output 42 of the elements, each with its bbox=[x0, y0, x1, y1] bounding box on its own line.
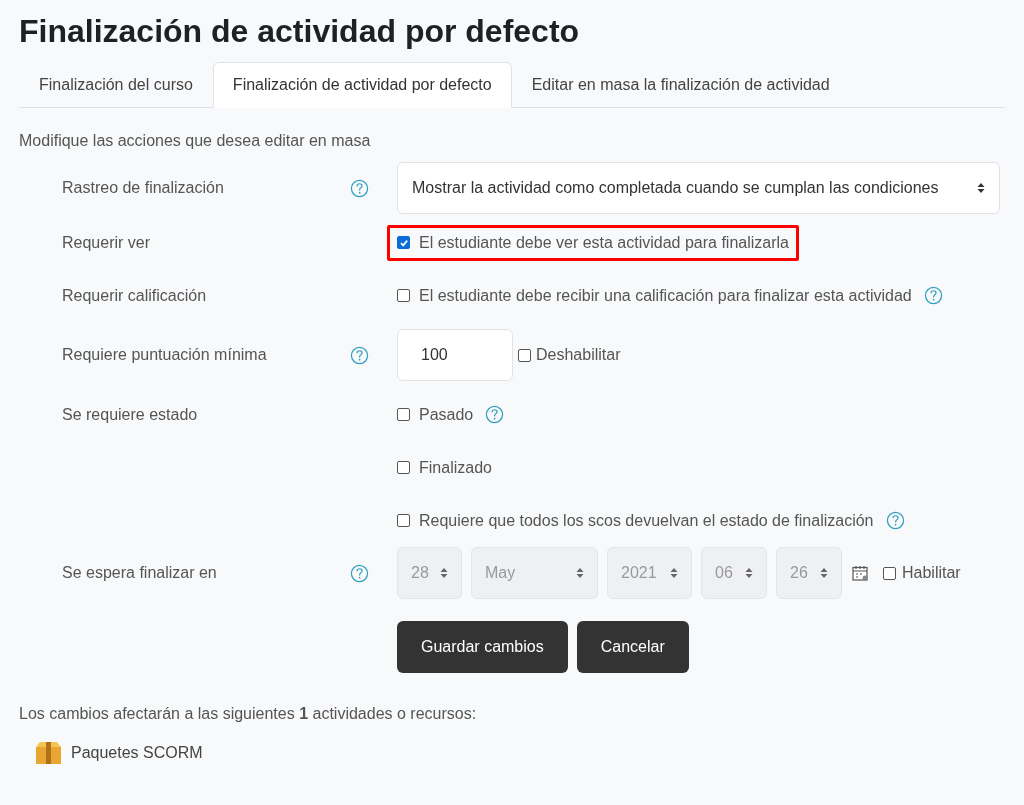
sort-caret-icon bbox=[977, 182, 985, 194]
checkbox-label: El estudiante debe ver esta actividad para finalizarla bbox=[419, 232, 789, 253]
completion-select[interactable]: Mostrar la actividad como completada cuando se cumplan las condiciones bbox=[397, 162, 1000, 214]
checkbox-label: Deshabilitar bbox=[536, 345, 621, 365]
checkbox[interactable] bbox=[397, 514, 410, 527]
help-icon[interactable] bbox=[885, 511, 905, 530]
activity-link[interactable]: Paquetes SCORM bbox=[71, 741, 203, 765]
checkbox[interactable] bbox=[518, 348, 531, 362]
checkbox-label: Requiere que todos los scos devuelvan el estado de finalización bbox=[419, 510, 874, 531]
sort-caret-icon bbox=[576, 567, 584, 579]
checkbox[interactable] bbox=[397, 461, 410, 474]
sort-caret-icon bbox=[670, 567, 678, 579]
checkbox-label: Pasado bbox=[419, 404, 474, 425]
field-label: Se espera finalizar en bbox=[62, 563, 217, 583]
checkbox-label: El estudiante debe recibir una calificación para finalizar esta actividad bbox=[419, 285, 912, 306]
checkbox[interactable] bbox=[397, 236, 410, 249]
checkbox[interactable] bbox=[397, 408, 410, 421]
field-label: Requerir calificación bbox=[62, 285, 207, 306]
help-icon[interactable] bbox=[350, 178, 369, 198]
checkbox[interactable] bbox=[397, 289, 410, 302]
help-icon[interactable] bbox=[485, 405, 505, 424]
checkbox-label: Finalizado bbox=[419, 457, 492, 478]
page-title: Finalización de actividad por defecto bbox=[19, 12, 581, 50]
save-button[interactable]: Guardar cambios bbox=[397, 621, 568, 673]
checkbox-label: Habilitar bbox=[902, 563, 961, 583]
tab[interactable]: Finalización de actividad por defecto bbox=[212, 62, 512, 108]
field-label: Rastreo de finalización bbox=[62, 178, 224, 198]
tab[interactable]: Finalización del curso bbox=[19, 62, 213, 108]
sort-caret-icon bbox=[820, 567, 828, 579]
package-icon bbox=[35, 741, 62, 765]
field-label: Se requiere estado bbox=[62, 404, 198, 425]
field-label: Requerir ver bbox=[62, 232, 151, 253]
sort-caret-icon bbox=[440, 567, 448, 579]
intro-text: Modifique las acciones que desea editar en masa bbox=[19, 131, 372, 151]
field-label: Requiere puntuación mínima bbox=[62, 345, 267, 365]
cancel-button[interactable]: Cancelar bbox=[576, 621, 689, 673]
score-input[interactable]: 100 bbox=[397, 329, 513, 381]
affected-text: Los cambios afectarán a las siguientes 1 actividades o recursos: bbox=[19, 704, 478, 724]
help-icon[interactable] bbox=[350, 345, 369, 365]
help-icon[interactable] bbox=[923, 286, 943, 305]
tab[interactable]: Editar en masa la finalización de actividad bbox=[511, 62, 850, 108]
sort-caret-icon bbox=[745, 567, 753, 579]
